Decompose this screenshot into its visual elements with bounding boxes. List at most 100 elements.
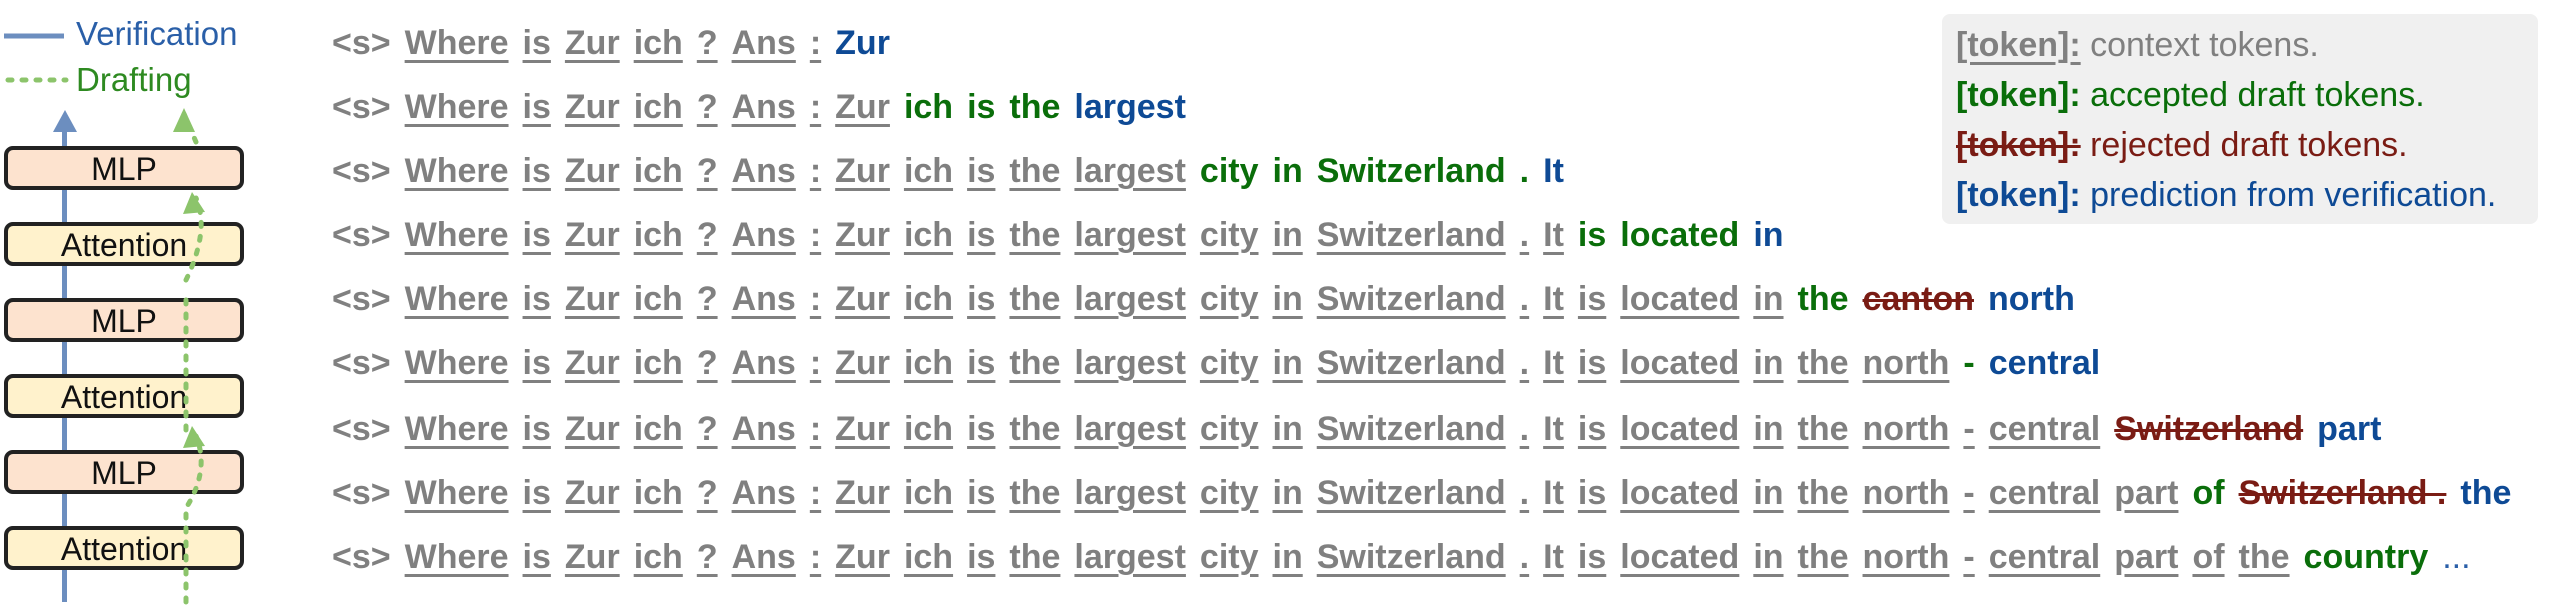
context-token: . — [1519, 216, 1530, 254]
drafting-arrowhead-upper — [183, 192, 205, 214]
context-token: - — [1963, 474, 1975, 512]
key-description: rejected draft tokens. — [2080, 126, 2408, 164]
accepted-draft-token: of — [2192, 474, 2225, 512]
context-token: Zur — [835, 410, 890, 448]
context-token: : — [809, 152, 822, 190]
accepted-draft-token: the — [1797, 280, 1849, 318]
context-token: ich — [633, 344, 683, 382]
context-token: Where — [404, 24, 509, 62]
context-token: ? — [696, 24, 718, 62]
context-token: ich — [633, 24, 683, 62]
context-token: <s> — [332, 152, 391, 190]
context-token: . — [1519, 538, 1530, 576]
context-token: Ans — [731, 88, 796, 126]
context-token: Zur — [835, 88, 890, 126]
context-token: city — [1199, 538, 1259, 576]
context-token: located — [1620, 474, 1740, 512]
context-token: located — [1620, 410, 1740, 448]
context-token: Ans — [731, 538, 796, 576]
drafting-path-lower — [183, 433, 204, 605]
context-token: is — [522, 152, 551, 190]
context-token: Where — [404, 410, 509, 448]
context-token: largest — [1074, 152, 1186, 190]
context-token: in — [1272, 344, 1303, 382]
context-token: Where — [404, 280, 509, 318]
context-token: ich — [633, 410, 683, 448]
verification-prediction-token: largest — [1074, 88, 1186, 126]
context-token: ? — [696, 474, 718, 512]
context-token: city — [1199, 280, 1259, 318]
context-token: : — [809, 280, 822, 318]
context-token: ich — [903, 538, 954, 576]
context-token: Zur — [835, 216, 890, 254]
context-token: is — [522, 538, 551, 576]
context-token: Zur — [564, 24, 620, 62]
context-token: . — [1519, 280, 1530, 318]
context-token: the — [1797, 410, 1849, 448]
decoding-step-row: <s> Where is Zur ich? Ans: Zur ich is the largest c… — [332, 536, 2485, 580]
context-token: the — [1797, 538, 1849, 576]
context-token: is — [967, 216, 996, 254]
accepted-draft-token: city — [1199, 152, 1259, 190]
context-token: ich — [633, 280, 683, 318]
context-token: in — [1753, 280, 1784, 318]
context-token: Ans — [731, 280, 796, 318]
context-token: <s> — [332, 216, 391, 254]
context-token: It — [1543, 474, 1564, 512]
context-token: <s> — [332, 24, 391, 62]
context-token: ? — [696, 152, 718, 190]
context-token: central — [1988, 538, 2101, 576]
context-token: ? — [696, 538, 718, 576]
context-token: is — [967, 410, 996, 448]
context-token: city — [1199, 216, 1259, 254]
context-token: the — [1797, 474, 1849, 512]
key-token-sample: [token]: — [1956, 176, 2081, 214]
context-token: : — [809, 538, 822, 576]
context-token: is — [1577, 344, 1607, 382]
drafting-arrowhead-top — [173, 108, 195, 132]
context-token: : — [809, 344, 822, 382]
context-token: Switzerland — [1316, 474, 1506, 512]
decoding-step-row: <s> Where is Zur ich? Ans: Zur ich is the largest c… — [332, 408, 2395, 452]
context-token: Zur — [835, 538, 890, 576]
context-token: Where — [404, 216, 509, 254]
context-token: It — [1543, 280, 1564, 318]
context-token: the — [1009, 216, 1061, 254]
context-token: ich — [633, 216, 683, 254]
context-token: largest — [1074, 410, 1186, 448]
context-token: is — [1577, 410, 1607, 448]
key-description: context tokens. — [2080, 26, 2319, 64]
context-token: ich — [633, 152, 683, 190]
context-token: largest — [1074, 538, 1186, 576]
context-token: <s> — [332, 538, 391, 576]
context-token: the — [1797, 344, 1849, 382]
decoding-step-row: <s> Where is Zur ich? Ans: Zur ich is the largest c… — [332, 150, 1578, 194]
context-token: Where — [404, 474, 509, 512]
context-token: in — [1753, 410, 1784, 448]
decoding-step-row: <s> Where is Zur ich? Ans: Zur ich is the largest c… — [332, 342, 2114, 386]
context-token: Zur — [564, 280, 620, 318]
context-token: Switzerland — [1316, 280, 1506, 318]
context-token: in — [1753, 538, 1784, 576]
context-token: It — [1543, 216, 1564, 254]
context-token: : — [809, 410, 822, 448]
context-token: ich — [633, 538, 683, 576]
context-token: : — [809, 24, 822, 62]
decoding-step-row: <s> Where is Zur ich? Ans: Zur ich is the largest — [332, 86, 1200, 130]
verification-prediction-token: Zur — [835, 24, 890, 62]
decoding-step-row: <s> Where is Zur ich? Ans: Zur ich is the largest c… — [332, 278, 2089, 322]
context-token: of — [2192, 538, 2225, 576]
drafting-path — [173, 108, 205, 605]
context-token: Zur — [835, 152, 890, 190]
context-token: Where — [404, 152, 509, 190]
decoding-step-row: <s> Where is Zur ich? Ans: Zur ich is the largest c… — [332, 214, 1798, 258]
accepted-draft-token: country — [2303, 538, 2429, 576]
context-token: largest — [1074, 344, 1186, 382]
context-token: ich — [903, 280, 954, 318]
context-token: is — [1577, 474, 1607, 512]
context-token: . — [1519, 344, 1530, 382]
context-token: in — [1272, 280, 1303, 318]
context-token: the — [1009, 538, 1061, 576]
accepted-draft-token: located — [1620, 216, 1740, 254]
context-token: city — [1199, 474, 1259, 512]
